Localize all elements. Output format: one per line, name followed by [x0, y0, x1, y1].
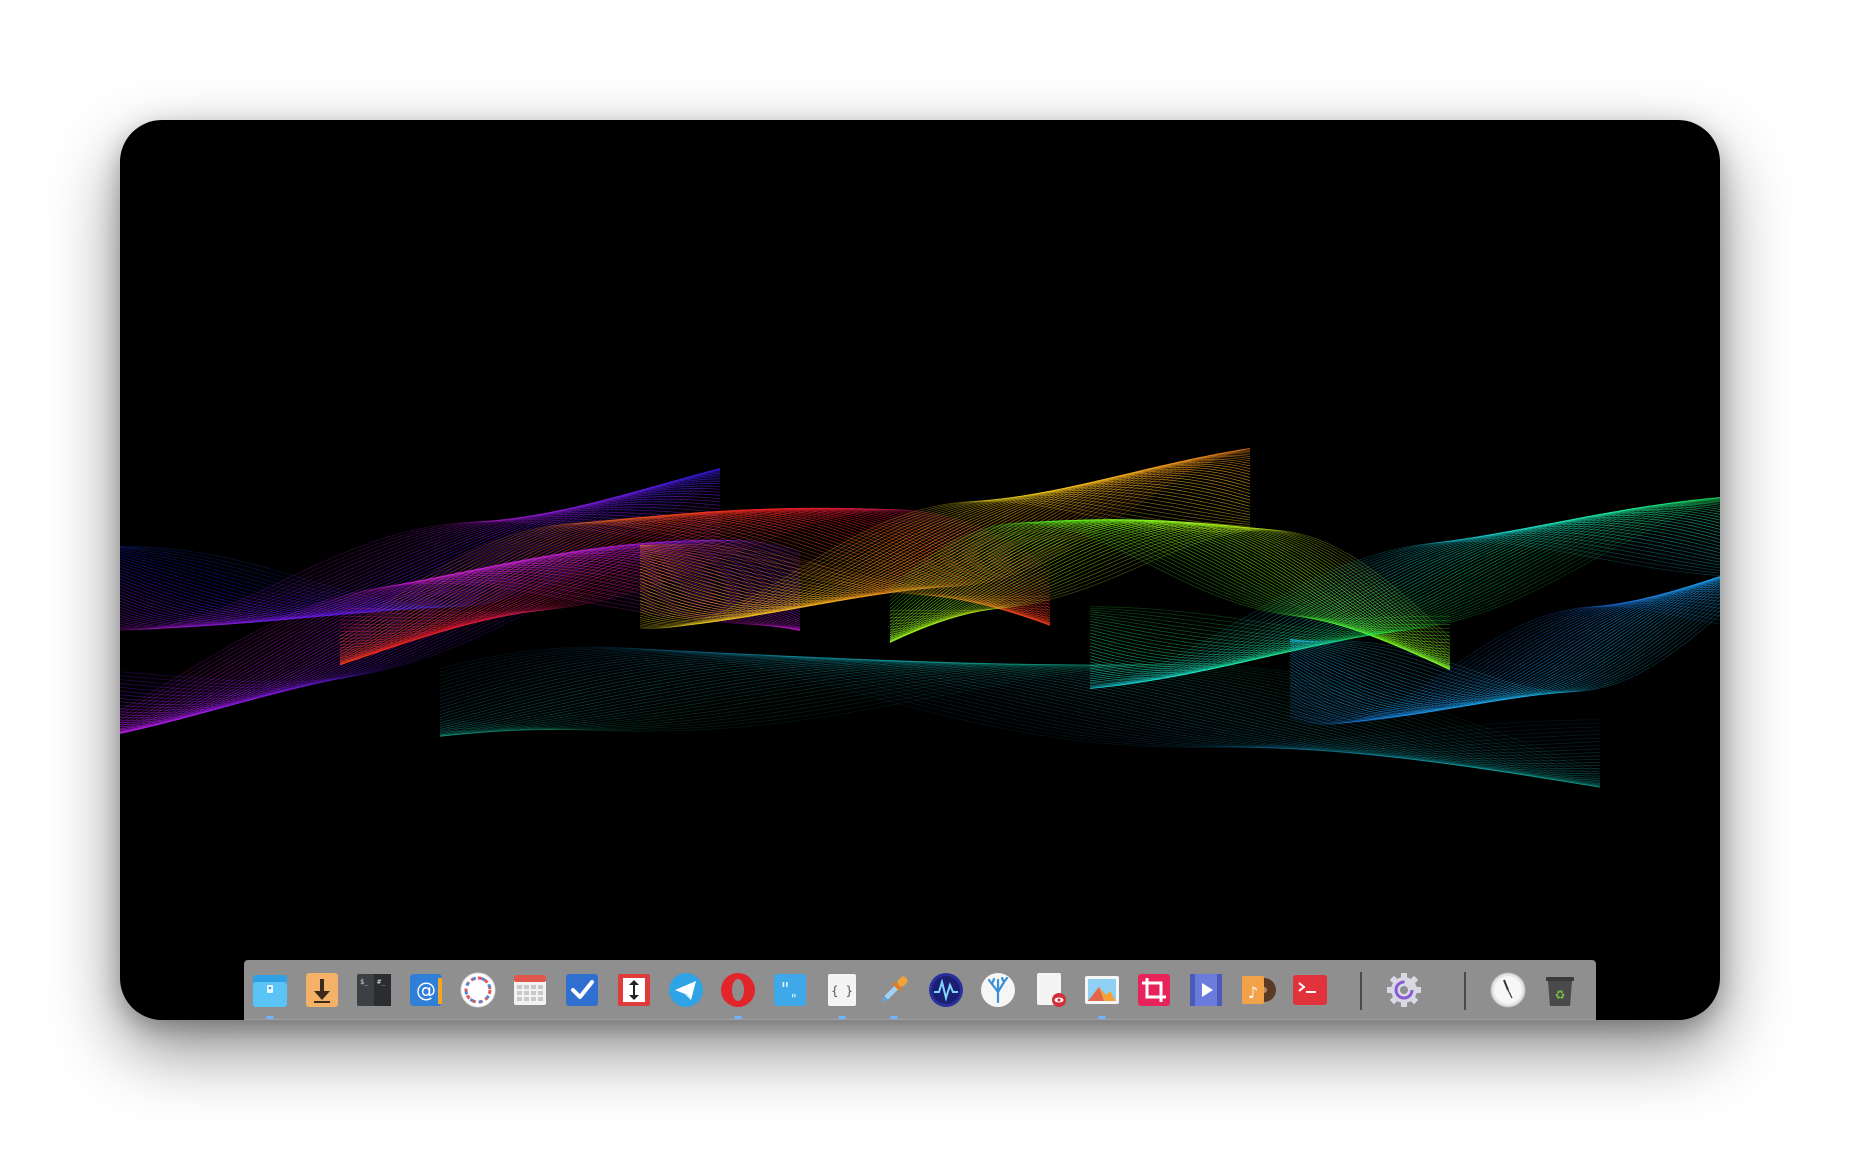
svg-text:$_: $_	[360, 978, 369, 986]
terminal-window-icon: $_ #_	[357, 974, 391, 1006]
wallpaper-line	[1089, 516, 1720, 678]
download-arrow-icon	[306, 973, 338, 1007]
music-note-icon: ♪	[1242, 976, 1276, 1004]
wallpaper-line	[439, 664, 1601, 782]
telegram-launcher[interactable]	[666, 970, 706, 1010]
wallpaper-rainbow-waves	[120, 447, 1720, 788]
screenshot-crop-launcher[interactable]	[1134, 970, 1174, 1010]
running-indicator	[890, 1016, 898, 1019]
svg-text:#_: #_	[377, 978, 386, 986]
coral-icon	[981, 973, 1015, 1007]
svg-text:{ }: { }	[831, 984, 853, 998]
mail-launcher[interactable]: @	[406, 970, 446, 1010]
running-indicator	[1098, 1016, 1106, 1019]
trash-launcher[interactable]: ♻	[1540, 970, 1580, 1010]
clock-launcher[interactable]	[1488, 970, 1528, 1010]
image-viewer-launcher[interactable]	[1082, 970, 1122, 1019]
dock-separator	[1360, 972, 1362, 1010]
dock-separator	[1464, 972, 1466, 1010]
clock-icon	[1490, 972, 1526, 1008]
file-manager-launcher[interactable]	[250, 970, 290, 1019]
crop-icon	[1138, 974, 1170, 1006]
folder-icon	[253, 975, 287, 1007]
system-monitor-launcher[interactable]	[926, 970, 966, 1010]
settings-gear-icon	[1387, 973, 1421, 1007]
dock: $_ #_ @ " " {} ♪ ♻	[244, 960, 1596, 1020]
waveform-icon	[929, 973, 963, 1007]
quote-marks-icon: " "	[774, 974, 806, 1006]
wallpaper-line	[439, 663, 1601, 788]
coral-app-launcher[interactable]	[978, 970, 1018, 1010]
downloader-launcher[interactable]	[302, 970, 342, 1010]
curly-braces-icon: { }	[828, 974, 856, 1006]
mountain-photo-icon	[1085, 976, 1119, 1004]
at-sign-icon: @	[410, 974, 442, 1006]
calendar-grid-icon	[514, 975, 546, 1005]
wallpaper-line	[1289, 601, 1720, 723]
web-browser-launcher[interactable]	[458, 970, 498, 1010]
color-picker-launcher[interactable]	[874, 970, 914, 1019]
document-eye-icon	[1037, 973, 1066, 1007]
running-indicator	[838, 1016, 846, 1019]
tasks-launcher[interactable]	[562, 970, 602, 1010]
svg-text:": "	[781, 979, 789, 1000]
terminal-prompt-icon	[1293, 975, 1327, 1005]
wallpaper-line	[439, 663, 1601, 788]
video-player-launcher[interactable]	[1186, 970, 1226, 1010]
checkmark-icon	[566, 974, 598, 1006]
running-indicator	[734, 1016, 742, 1019]
desktop-screen: $_ #_ @ " " {} ♪ ♻	[120, 120, 1720, 1020]
opera-o-icon	[721, 973, 755, 1007]
calendar-launcher[interactable]	[510, 970, 550, 1010]
paper-plane-icon	[669, 973, 703, 1007]
terminal-launcher[interactable]	[1290, 970, 1330, 1010]
svg-text:♪: ♪	[1248, 983, 1258, 1002]
eyedropper-icon	[881, 976, 908, 1003]
svg-text:@: @	[416, 978, 436, 1002]
film-play-icon	[1190, 974, 1222, 1006]
browser-ring-icon	[460, 972, 496, 1008]
opera-launcher[interactable]	[718, 970, 758, 1019]
document-viewer-launcher[interactable]	[1030, 970, 1070, 1010]
up-down-arrow-icon	[618, 974, 650, 1006]
recycle-bin-icon: ♻	[1546, 977, 1574, 1006]
svg-text:♻: ♻	[1555, 988, 1566, 1002]
running-indicator	[266, 1016, 274, 1019]
terminal-multiplexer-launcher[interactable]: $_ #_	[354, 970, 394, 1010]
quotes-launcher[interactable]: " "	[770, 970, 810, 1010]
svg-text:": "	[791, 992, 797, 1006]
wallpaper-line	[439, 664, 1601, 784]
transfer-launcher[interactable]	[614, 970, 654, 1010]
settings-launcher[interactable]	[1384, 970, 1424, 1010]
music-player-launcher[interactable]: ♪	[1238, 970, 1278, 1010]
code-editor-launcher[interactable]: { }	[822, 970, 862, 1019]
